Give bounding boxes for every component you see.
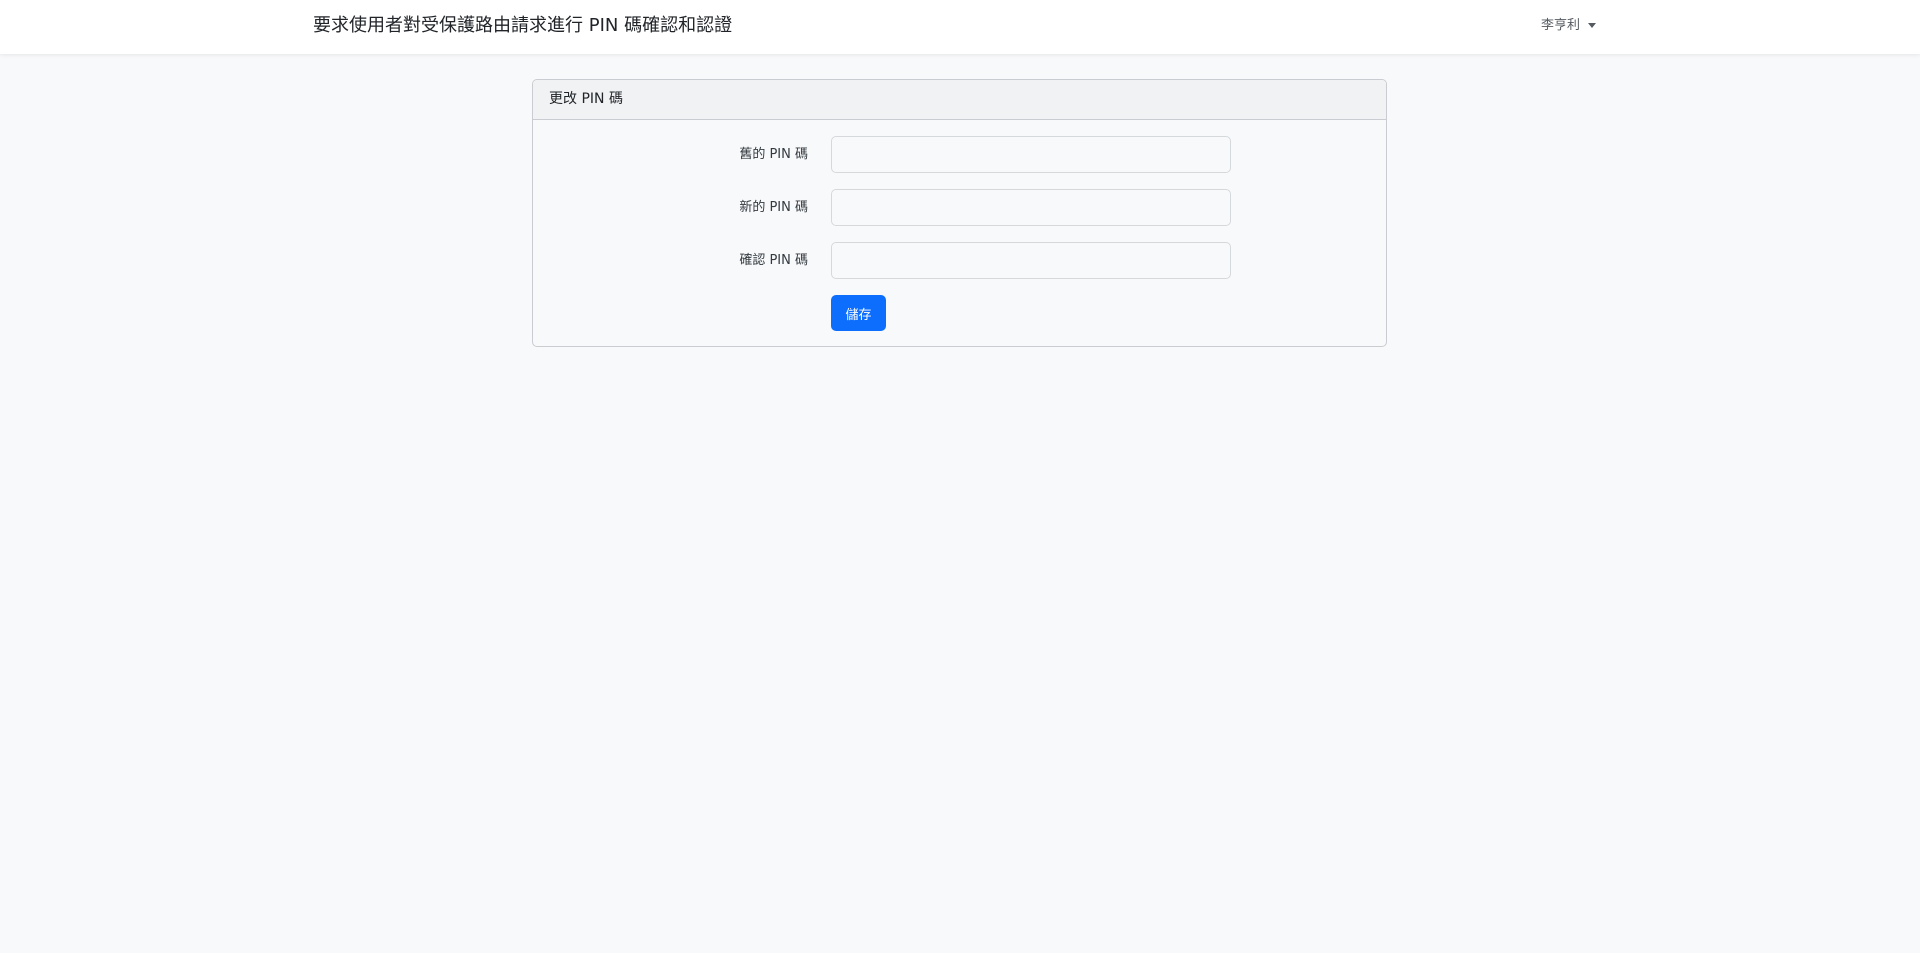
old-pin-input[interactable] — [831, 136, 1231, 173]
confirm-pin-row: 確認 PIN 碼 — [533, 242, 1386, 279]
new-pin-label: 新的 PIN 碼 — [739, 200, 808, 215]
confirm-pin-label: 確認 PIN 碼 — [739, 253, 808, 268]
top-navbar: 要求使用者對受保護路由請求進行 PIN 碼確認和認證 李亨利 — [0, 0, 1920, 54]
old-pin-row: 舊的 PIN 碼 — [533, 136, 1386, 173]
new-pin-input[interactable] — [831, 189, 1231, 226]
user-dropdown-toggle[interactable]: 李亨利 — [1541, 0, 1597, 54]
new-pin-row: 新的 PIN 碼 — [533, 189, 1386, 226]
old-pin-label: 舊的 PIN 碼 — [739, 147, 808, 162]
save-button[interactable]: 儲存 — [831, 295, 886, 331]
confirm-pin-input[interactable] — [831, 242, 1231, 279]
user-name: 李亨利 — [1541, 18, 1581, 33]
change-pin-card: 更改 PIN 碼 舊的 PIN 碼 新的 PIN 碼 確認 PIN 碼 儲存 — [532, 79, 1387, 347]
card-title: 更改 PIN 碼 — [533, 80, 1386, 120]
caret-down-icon — [1588, 23, 1597, 28]
app-title[interactable]: 要求使用者對受保護路由請求進行 PIN 碼確認和認證 — [313, 0, 732, 54]
